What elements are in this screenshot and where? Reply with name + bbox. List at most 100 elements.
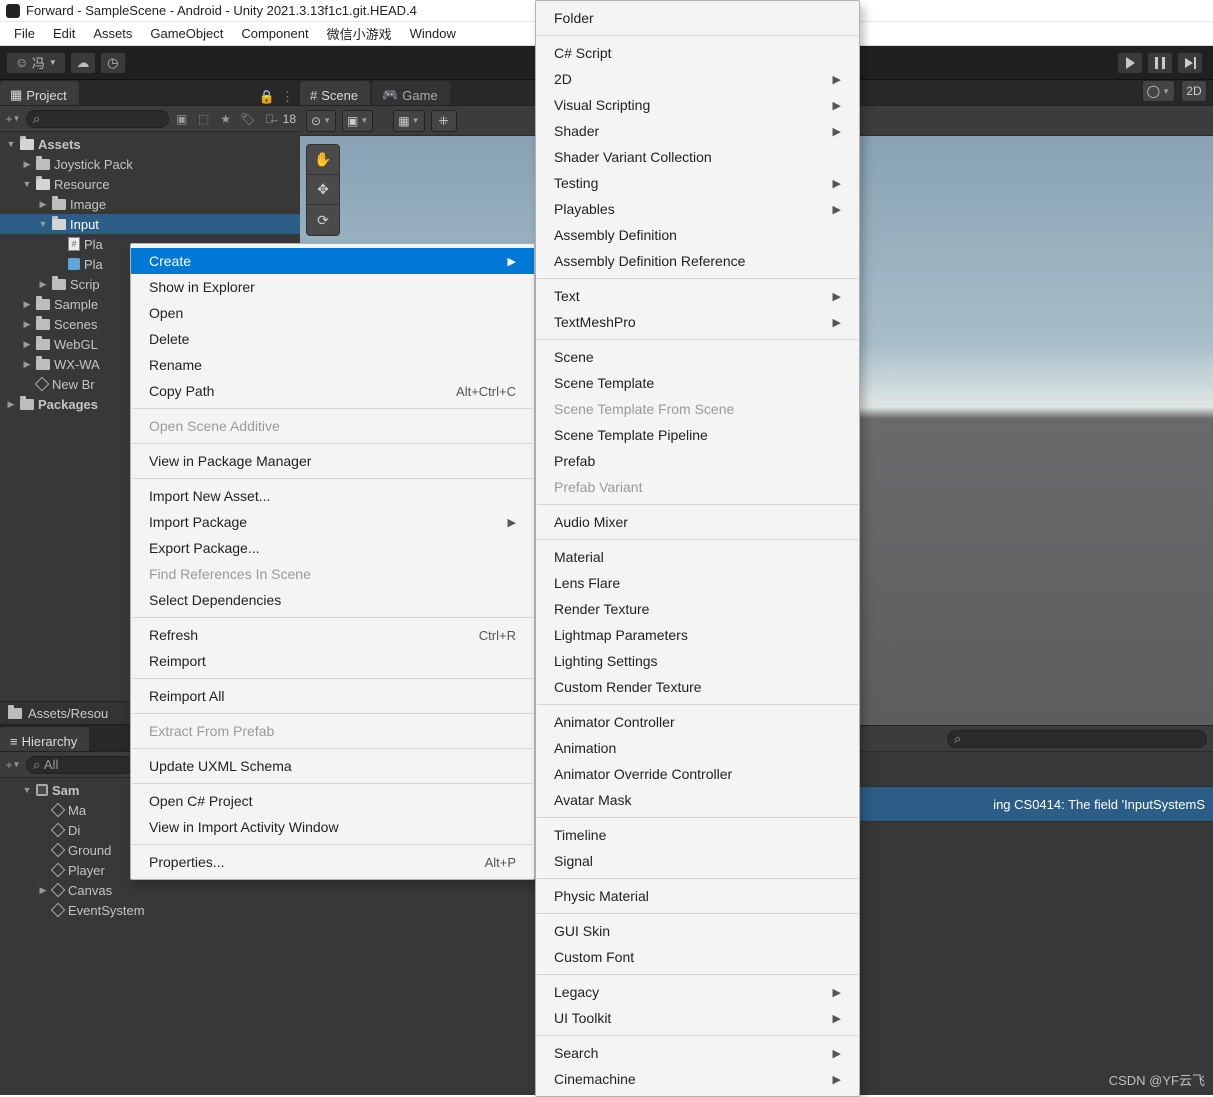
project-search-input[interactable]: ⌕ — [26, 110, 169, 128]
menu-file[interactable]: File — [6, 24, 43, 43]
menu-item[interactable]: Prefab — [536, 448, 859, 474]
menu-item[interactable]: Audio Mixer — [536, 509, 859, 535]
menu-item[interactable]: Playables▶ — [536, 196, 859, 222]
menu-item[interactable]: Select Dependencies — [131, 587, 534, 613]
menu-item[interactable]: UI Toolkit▶ — [536, 1005, 859, 1031]
menu-item[interactable]: Delete — [131, 326, 534, 352]
hidden-icon[interactable]: 👁̶ — [261, 110, 279, 128]
cloud-button[interactable]: ☁ — [70, 52, 96, 74]
add-button[interactable]: +▼ — [4, 756, 22, 774]
menu-item[interactable]: Assembly Definition — [536, 222, 859, 248]
menu-item[interactable]: Create▶ — [131, 248, 534, 274]
menu-item[interactable]: Avatar Mask — [536, 787, 859, 813]
favorite-button[interactable]: ★ — [217, 110, 235, 128]
snap-button[interactable]: ⁜ — [431, 110, 457, 132]
menu-item[interactable]: View in Package Manager — [131, 448, 534, 474]
rotate-tool[interactable]: ⟳ — [307, 205, 339, 235]
pause-button[interactable] — [1147, 52, 1173, 74]
console-search-input[interactable]: ⌕ — [947, 730, 1207, 748]
add-button[interactable]: +▼ — [4, 110, 22, 128]
project-item[interactable]: ▼Resource — [0, 174, 300, 194]
menu-item[interactable]: Render Texture — [536, 596, 859, 622]
menu-item[interactable]: Cinemachine▶ — [536, 1066, 859, 1092]
menu-item[interactable]: Assembly Definition Reference — [536, 248, 859, 274]
tool-pivot-button[interactable]: ▣▼ — [342, 110, 373, 132]
tab-game[interactable]: 🎮 Game — [372, 81, 450, 105]
menu-item[interactable]: Lightmap Parameters — [536, 622, 859, 648]
menu-item[interactable]: GUI Skin — [536, 918, 859, 944]
hand-tool[interactable]: ✋ — [307, 145, 339, 175]
menu-wechat[interactable]: 微信小游戏 — [319, 22, 400, 45]
account-button[interactable]: ☺ 冯 ▼ — [6, 52, 66, 74]
assets-root[interactable]: ▼ Assets — [0, 134, 300, 154]
filter-type-button[interactable]: ▣ — [173, 110, 191, 128]
context-menu-create[interactable]: FolderC# Script2D▶Visual Scripting▶Shade… — [535, 0, 860, 1097]
menu-item[interactable]: 2D▶ — [536, 66, 859, 92]
menu-item[interactable]: Shader▶ — [536, 118, 859, 144]
lock-icon[interactable]: 🔒 — [259, 89, 275, 105]
menu-component[interactable]: Component — [233, 24, 316, 43]
menu-gameobject[interactable]: GameObject — [142, 24, 231, 43]
menu-item[interactable]: Folder — [536, 5, 859, 31]
tab-hierarchy[interactable]: ≡ Hierarchy — [0, 727, 89, 751]
menu-item[interactable]: Custom Font — [536, 944, 859, 970]
menu-item[interactable]: Text▶ — [536, 283, 859, 309]
menu-item[interactable]: Animator Override Controller — [536, 761, 859, 787]
menu-edit[interactable]: Edit — [45, 24, 83, 43]
menu-item[interactable]: Material — [536, 544, 859, 570]
menu-item[interactable]: Scene Template — [536, 370, 859, 396]
menu-item[interactable]: Scene — [536, 344, 859, 370]
menu-item[interactable]: Legacy▶ — [536, 979, 859, 1005]
menu-item[interactable]: Rename — [131, 352, 534, 378]
menu-item[interactable]: Copy PathAlt+Ctrl+C — [131, 378, 534, 404]
menu-item[interactable]: Update UXML Schema — [131, 753, 534, 779]
menu-item[interactable]: Open — [131, 300, 534, 326]
menu-assets[interactable]: Assets — [85, 24, 140, 43]
menu-item[interactable]: Scene Template Pipeline — [536, 422, 859, 448]
hierarchy-item[interactable]: ▶Canvas — [0, 880, 300, 900]
menu-item[interactable]: Export Package... — [131, 535, 534, 561]
grid-button[interactable]: ▦▼ — [393, 110, 424, 132]
menu-item[interactable]: Visual Scripting▶ — [536, 92, 859, 118]
tab-scene[interactable]: # Scene — [300, 81, 370, 105]
tool-center-button[interactable]: ⊙▼ — [306, 110, 336, 132]
menu-item[interactable]: Lens Flare — [536, 570, 859, 596]
play-button[interactable] — [1117, 52, 1143, 74]
menu-item[interactable]: Custom Render Texture — [536, 674, 859, 700]
context-menu-assets[interactable]: Create▶Show in ExplorerOpenDeleteRenameC… — [130, 243, 535, 880]
menu-item[interactable]: Timeline — [536, 822, 859, 848]
tab-project[interactable]: ▦ Project — [0, 81, 79, 105]
mode-2d-button[interactable]: 2D — [1181, 80, 1207, 102]
hierarchy-item[interactable]: EventSystem — [0, 900, 300, 920]
menu-item[interactable]: Show in Explorer — [131, 274, 534, 300]
menu-item[interactable]: Animation — [536, 735, 859, 761]
menu-item[interactable]: Properties...Alt+P — [131, 849, 534, 875]
step-button[interactable] — [1177, 52, 1203, 74]
menu-item[interactable]: Import New Asset... — [131, 483, 534, 509]
tab-menu-icon[interactable]: ⋮ — [281, 89, 294, 105]
project-item[interactable]: ▶Joystick Pack — [0, 154, 300, 174]
menu-item[interactable]: Signal — [536, 848, 859, 874]
menu-item[interactable]: Reimport — [131, 648, 534, 674]
menu-item[interactable]: View in Import Activity Window — [131, 814, 534, 840]
menu-item[interactable]: C# Script — [536, 40, 859, 66]
menu-item[interactable]: Lighting Settings — [536, 648, 859, 674]
project-item[interactable]: ▶Image — [0, 194, 300, 214]
menu-item[interactable]: Animator Controller — [536, 709, 859, 735]
move-tool[interactable]: ✥ — [307, 175, 339, 205]
menu-item[interactable]: Physic Material — [536, 883, 859, 909]
store-button[interactable]: ◷ — [100, 52, 126, 74]
menu-item[interactable]: Search▶ — [536, 1040, 859, 1066]
menu-item[interactable]: Open C# Project — [131, 788, 534, 814]
project-item[interactable]: ▼Input — [0, 214, 300, 234]
menu-item[interactable]: Shader Variant Collection — [536, 144, 859, 170]
menu-item[interactable]: Testing▶ — [536, 170, 859, 196]
menu-item[interactable]: RefreshCtrl+R — [131, 622, 534, 648]
menu-item[interactable]: Reimport All — [131, 683, 534, 709]
tag-button[interactable]: 🏷 — [239, 110, 257, 128]
draw-mode-button[interactable]: ◯▼ — [1142, 80, 1175, 102]
menu-item[interactable]: TextMeshPro▶ — [536, 309, 859, 335]
menu-item[interactable]: Import Package▶ — [131, 509, 534, 535]
filter-label-button[interactable]: ⬚ — [195, 110, 213, 128]
menu-window[interactable]: Window — [402, 24, 464, 43]
